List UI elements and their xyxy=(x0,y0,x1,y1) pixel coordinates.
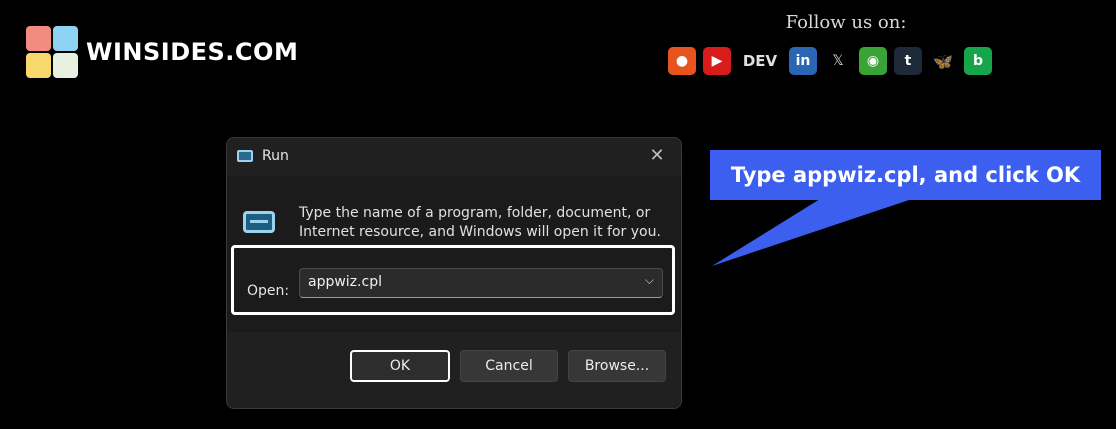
logo-tile-4 xyxy=(53,53,78,78)
dialog-description: Type the name of a program, folder, docu… xyxy=(299,205,661,240)
run-title-icon xyxy=(237,150,253,162)
brand-name: WINSIDES.COM xyxy=(86,38,299,66)
dialog-footer: OK Cancel Browse... xyxy=(227,332,681,408)
run-app-icon xyxy=(243,211,275,233)
x-icon[interactable]: 𝕏 xyxy=(824,47,852,75)
instruction-callout: Type appwiz.cpl, and click OK xyxy=(710,150,1101,200)
browse-button[interactable]: Browse... xyxy=(568,350,666,382)
follow-label: Follow us on: xyxy=(785,12,907,33)
chevron-down-icon[interactable]: ⌵ xyxy=(645,273,654,288)
logo-tile-3 xyxy=(26,53,51,78)
tumblr-icon[interactable]: t xyxy=(894,47,922,75)
dialog-title: Run xyxy=(262,148,289,164)
hashnode-icon[interactable]: ◉ xyxy=(859,47,887,75)
follow-section: Follow us on: ● ▶ DEV in 𝕏 ◉ t 🦋 b xyxy=(668,12,1024,75)
bitchute-icon[interactable]: b xyxy=(964,47,992,75)
bluesky-icon[interactable]: 🦋 xyxy=(929,47,957,75)
dialog-titlebar[interactable]: Run ✕ xyxy=(227,138,681,176)
cancel-button[interactable]: Cancel xyxy=(460,350,558,382)
close-button[interactable]: ✕ xyxy=(647,146,667,166)
logo-tile-2 xyxy=(53,26,78,51)
open-label: Open: xyxy=(247,283,290,299)
linkedin-icon[interactable]: in xyxy=(789,47,817,75)
logo-tiles-icon xyxy=(26,26,78,78)
open-input-value[interactable]: appwiz.cpl xyxy=(308,274,382,290)
dev-icon[interactable]: DEV xyxy=(738,47,782,75)
ok-button[interactable]: OK xyxy=(350,350,450,382)
callout-tail-shape xyxy=(712,199,912,266)
social-links: ● ▶ DEV in 𝕏 ◉ t 🦋 b xyxy=(668,47,1024,75)
reddit-icon[interactable]: ● xyxy=(668,47,696,75)
logo-tile-1 xyxy=(26,26,51,51)
site-logo: WINSIDES.COM xyxy=(26,26,298,78)
open-combobox[interactable]: appwiz.cpl ⌵ xyxy=(299,268,663,298)
run-dialog: Run ✕ Type the name of a program, folder… xyxy=(226,137,682,409)
youtube-icon[interactable]: ▶ xyxy=(703,47,731,75)
callout-text: Type appwiz.cpl, and click OK xyxy=(730,163,1081,187)
